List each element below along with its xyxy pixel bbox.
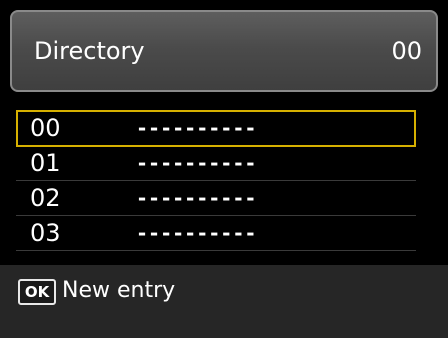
entry-number: 00 — [30, 114, 61, 142]
list-item-entry-00[interactable]: 00 ---------- — [16, 110, 416, 147]
entry-number: 01 — [30, 149, 61, 177]
entry-name: ---------- — [136, 151, 257, 175]
entry-number: 02 — [30, 184, 61, 212]
lcd-screen: Directory 00 00 ---------- 01 ----------… — [0, 0, 448, 338]
list-item-entry-02[interactable]: 02 ---------- — [16, 181, 416, 216]
entry-number: 03 — [30, 219, 61, 247]
directory-header: Directory 00 — [10, 10, 438, 92]
entry-name: ---------- — [136, 221, 257, 245]
page-title: Directory — [34, 37, 145, 65]
footer-bar: OK New entry — [0, 265, 448, 338]
list-item-entry-03[interactable]: 03 ---------- — [16, 216, 416, 251]
entry-name: ---------- — [136, 186, 257, 210]
selected-entry-number: 00 — [391, 37, 422, 65]
list-item-entry-01[interactable]: 01 ---------- — [16, 146, 416, 181]
new-entry-label[interactable]: New entry — [62, 277, 175, 305]
ok-key-icon[interactable]: OK — [18, 279, 56, 305]
directory-list: 00 ---------- 01 ---------- 02 ---------… — [16, 110, 424, 255]
entry-name: ---------- — [136, 116, 257, 140]
